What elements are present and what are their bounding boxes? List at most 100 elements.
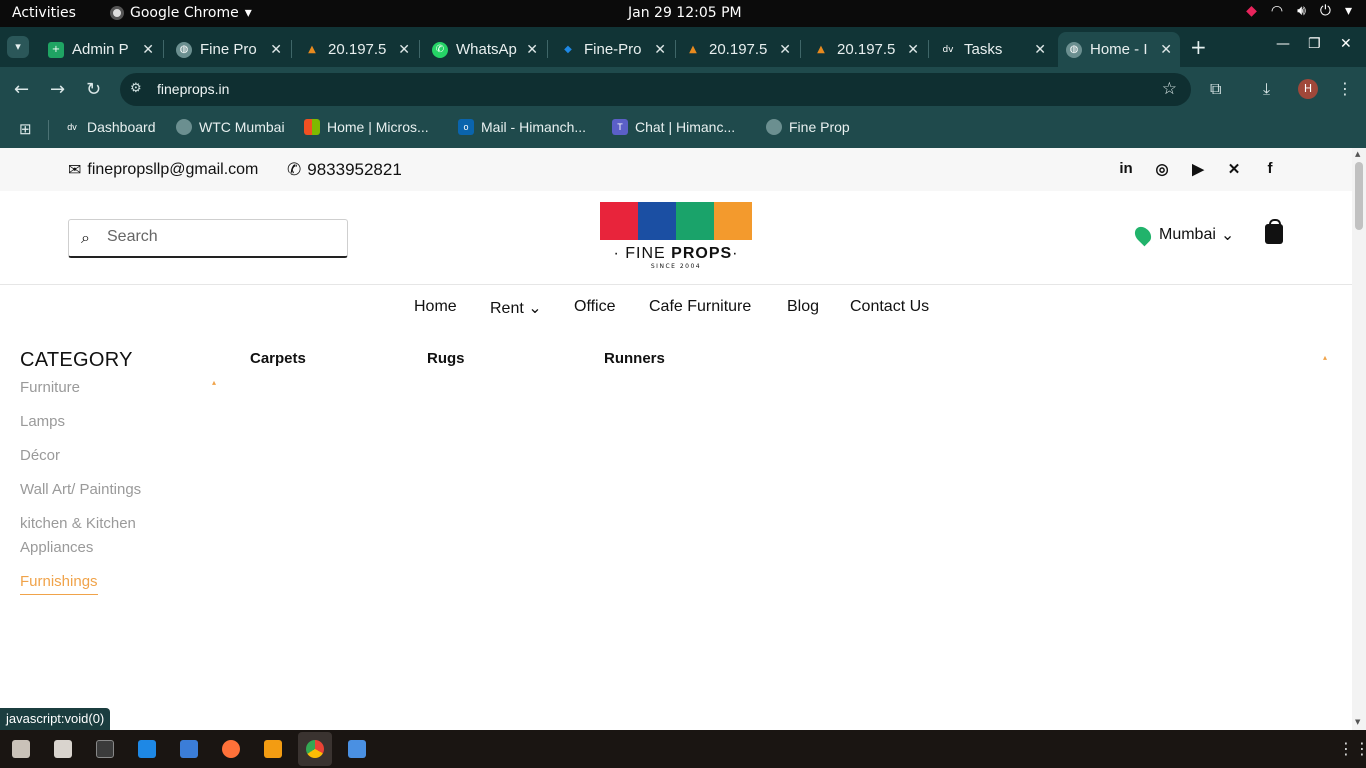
bookmark-dashboard[interactable]: dv Dashboard <box>64 119 155 135</box>
tab-ip-3[interactable]: ▲ 20.197.5 ✕ <box>805 32 927 67</box>
files-app-icon[interactable] <box>12 740 30 758</box>
firefox-icon[interactable] <box>222 740 240 758</box>
x-twitter-icon[interactable]: ✕ <box>1226 160 1242 178</box>
subcategory-runners[interactable]: Runners <box>604 350 665 367</box>
subcategory-carpets[interactable]: Carpets <box>250 350 306 367</box>
extensions-icon[interactable]: ⧉ <box>1210 79 1221 99</box>
forward-button[interactable]: → <box>50 79 65 100</box>
facebook-icon[interactable]: f <box>1262 160 1278 178</box>
outlook-icon: o <box>458 119 474 135</box>
bookmark-wtc-mumbai[interactable]: WTC Mumbai <box>176 119 285 135</box>
contact-phone[interactable]: ✆ 9833952821 <box>287 160 402 180</box>
profile-avatar[interactable]: H <box>1298 79 1318 99</box>
globe-icon <box>766 119 782 135</box>
tab-search-button[interactable]: ▾ <box>7 36 29 58</box>
close-icon[interactable]: ✕ <box>398 42 410 58</box>
youtube-icon[interactable]: ▶ <box>1190 160 1206 178</box>
tab-tasks[interactable]: dv Tasks ✕ <box>932 32 1054 67</box>
bookmark-mail[interactable]: o Mail - Himanch... <box>458 119 586 135</box>
chevron-down-icon: ⌄ <box>1220 227 1235 244</box>
bookmark-star-icon[interactable]: ☆ <box>1162 79 1177 99</box>
tab-home-active[interactable]: ◍ Home - I ✕ <box>1058 32 1180 67</box>
new-tab-button[interactable]: + <box>1190 35 1207 59</box>
caret-up-icon: ▴ <box>212 378 217 387</box>
close-icon[interactable]: ✕ <box>779 42 791 58</box>
tab-ip-1[interactable]: ▲ 20.197.5 ✕ <box>296 32 418 67</box>
bookmark-microsoft[interactable]: Home | Micros... <box>304 119 429 135</box>
nav-cafe-furniture[interactable]: Cafe Furniture <box>649 298 751 316</box>
nav-office[interactable]: Office <box>574 298 616 316</box>
terminal-icon[interactable] <box>96 740 114 758</box>
apps-grid-icon[interactable]: ⊞ <box>19 120 32 138</box>
nav-blog[interactable]: Blog <box>787 298 819 316</box>
bookmark-chat[interactable]: T Chat | Himanc... <box>612 119 735 135</box>
maximize-button[interactable]: ❐ <box>1308 36 1321 52</box>
app-indicator-icon[interactable]: ◆ <box>1246 3 1257 19</box>
bookmark-fine-prop[interactable]: Fine Prop <box>766 119 850 135</box>
sublime-icon[interactable] <box>264 740 282 758</box>
back-button[interactable]: ← <box>14 79 29 100</box>
activities-button[interactable]: Activities <box>12 5 76 21</box>
download-icon[interactable]: ⤓ <box>1263 79 1270 99</box>
linkedin-icon[interactable]: in <box>1118 160 1134 178</box>
kebab-menu-icon[interactable]: ⋮ <box>1337 79 1353 98</box>
show-apps-icon[interactable]: ⋮⋮⋮ <box>1338 739 1366 758</box>
notes-icon[interactable] <box>348 740 366 758</box>
power-icon: ⏻ <box>1319 3 1331 19</box>
app-name: Google Chrome <box>130 5 239 21</box>
location-selector[interactable]: Mumbai ⌄ <box>1131 223 1235 247</box>
close-icon[interactable]: ✕ <box>142 42 154 58</box>
taskbar: ⋮⋮⋮ <box>0 730 1366 768</box>
folder-icon[interactable] <box>54 740 72 758</box>
url-text[interactable]: fineprops.in <box>157 81 229 97</box>
scroll-down-icon[interactable]: ▼ <box>1355 718 1360 726</box>
tab-admin[interactable]: + Admin P ✕ <box>40 32 162 67</box>
site-logo[interactable]: · FINE PROPS· SINCE 2004 <box>600 202 752 274</box>
category-wall-art[interactable]: Wall Art/ Paintings <box>20 478 141 502</box>
category-kitchen[interactable]: kitchen & Kitchen <box>20 512 136 536</box>
tab-fine-pro[interactable]: ◍ Fine Pro ✕ <box>168 32 290 67</box>
tab-fine-pro-2[interactable]: ◆ Fine-Pro ✕ <box>552 32 674 67</box>
app-menu[interactable]: Google Chrome ▾ <box>110 5 252 21</box>
dv-icon: dv <box>942 44 954 55</box>
search-input[interactable] <box>107 228 327 246</box>
category-furnishings[interactable]: Furnishings <box>20 570 98 595</box>
tab-strip: ▾ + Admin P ✕ ◍ Fine Pro ✕ ▲ 20.197.5 ✕ … <box>0 27 1366 67</box>
nav-rent[interactable]: Rent ⌄ <box>490 298 542 318</box>
map-pin-icon <box>1131 223 1155 247</box>
logo-since: SINCE 2004 <box>650 263 702 270</box>
close-icon[interactable]: ✕ <box>907 42 919 58</box>
close-icon[interactable]: ✕ <box>1034 42 1046 58</box>
scroll-thumb[interactable] <box>1355 162 1363 230</box>
scroll-up-icon[interactable]: ▲ <box>1355 150 1360 158</box>
reload-button[interactable]: ↻ <box>86 79 101 100</box>
system-tray[interactable]: ◆ ◠ 🔊︎ ⏻ ▾ <box>1246 3 1352 19</box>
category-furniture[interactable]: Furniture <box>20 376 80 400</box>
close-icon[interactable]: ✕ <box>270 42 282 58</box>
close-window-button[interactable]: ✕ <box>1340 36 1352 52</box>
search-box[interactable]: ⌕ <box>68 219 348 258</box>
contact-email[interactable]: ✉ finepropsllp@gmail.com <box>68 160 258 180</box>
shopping-bag-icon[interactable] <box>1265 219 1283 244</box>
tab-whatsapp[interactable]: ✆ WhatsAp ✕ <box>424 32 546 67</box>
tab-ip-2[interactable]: ▲ 20.197.5 ✕ <box>677 32 799 67</box>
close-icon[interactable]: ✕ <box>654 42 666 58</box>
clock[interactable]: Jan 29 12:05 PM <box>628 5 742 21</box>
nav-home[interactable]: Home <box>414 298 457 316</box>
browser-toolbar: ← → ↻ ⚙ fineprops.in ☆ ⧉ ⤓ ⋮ <box>0 67 1366 112</box>
close-icon[interactable]: ✕ <box>1160 42 1172 58</box>
category-decor[interactable]: Décor <box>20 444 60 468</box>
nav-contact-us[interactable]: Contact Us <box>850 298 929 316</box>
address-bar[interactable]: ⚙ fineprops.in ☆ <box>120 73 1191 106</box>
chrome-icon[interactable] <box>306 740 324 758</box>
minimize-button[interactable]: — <box>1276 36 1290 52</box>
site-settings-icon[interactable]: ⚙ <box>130 81 142 96</box>
subcategory-rugs[interactable]: Rugs <box>427 350 465 367</box>
page-scrollbar[interactable]: ▲ ▼ <box>1352 148 1366 730</box>
text-editor-icon[interactable] <box>180 740 198 758</box>
vscode-icon[interactable] <box>138 740 156 758</box>
close-icon[interactable]: ✕ <box>526 42 538 58</box>
category-lamps[interactable]: Lamps <box>20 410 65 434</box>
instagram-icon[interactable]: ◎ <box>1154 160 1170 178</box>
category-kitchen-appliances[interactable]: Appliances <box>20 536 93 560</box>
